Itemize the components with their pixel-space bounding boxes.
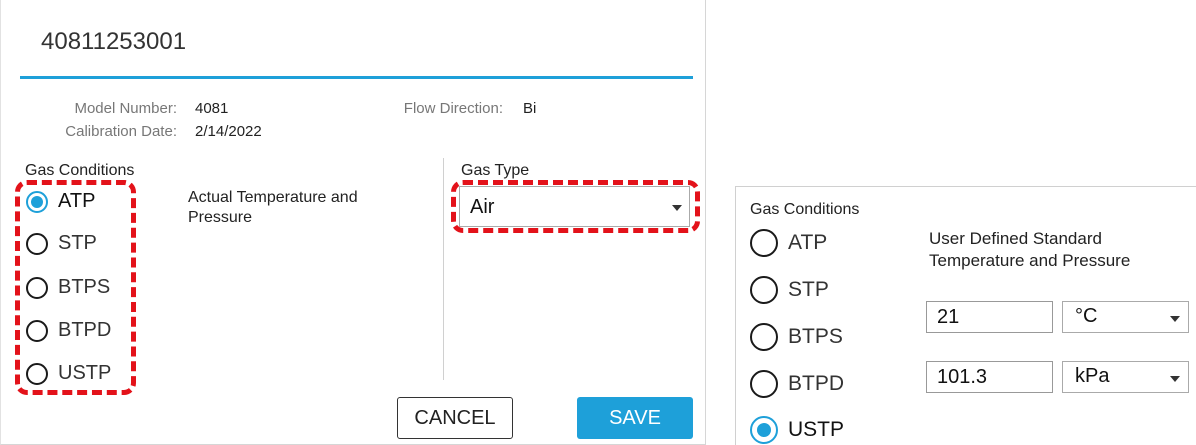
chevron-down-icon bbox=[1170, 376, 1180, 382]
radio-button-selected[interactable] bbox=[750, 416, 778, 444]
radio-btpd[interactable]: BTPD bbox=[26, 319, 111, 342]
temperature-unit-select[interactable]: °C bbox=[1062, 301, 1189, 333]
chevron-down-icon bbox=[1170, 316, 1180, 322]
model-number-label: Model Number: bbox=[74, 100, 177, 117]
calibration-date-label: Calibration Date: bbox=[65, 123, 177, 140]
radio-button[interactable] bbox=[750, 323, 778, 351]
gas-conditions-title: Gas Conditions bbox=[750, 201, 860, 218]
radio-stp-label: STP bbox=[788, 278, 829, 301]
cancel-button[interactable]: CANCEL bbox=[397, 397, 513, 439]
radio-atp[interactable]: ATP bbox=[26, 190, 95, 213]
save-button[interactable]: SAVE bbox=[577, 397, 693, 439]
radio-btps[interactable]: BTPS bbox=[750, 323, 843, 351]
radio-stp[interactable]: STP bbox=[26, 232, 97, 255]
gas-type-select[interactable]: Air bbox=[459, 186, 690, 227]
gas-settings-dialog: 40811253001 Model Number: 4081 Calibrati… bbox=[0, 0, 706, 445]
radio-ustp[interactable]: USTP bbox=[26, 362, 111, 385]
pressure-input[interactable]: 101.3 bbox=[926, 361, 1053, 393]
calibration-date-value: 2/14/2022 bbox=[195, 123, 262, 140]
flow-direction-value: Bi bbox=[523, 100, 537, 117]
temperature-unit-value: °C bbox=[1075, 305, 1098, 327]
device-serial-title: 40811253001 bbox=[41, 28, 187, 55]
ustp-description: User Defined Standard Temperature and Pr… bbox=[929, 229, 1131, 270]
radio-btpd-label: BTPD bbox=[788, 372, 845, 395]
vertical-divider bbox=[443, 158, 444, 380]
model-number-value: 4081 bbox=[195, 100, 229, 117]
radio-atp-label: ATP bbox=[788, 231, 828, 254]
radio-ustp[interactable]: USTP bbox=[750, 416, 844, 444]
radio-atp[interactable]: ATP bbox=[750, 229, 827, 257]
radio-ustp-label: USTP bbox=[58, 362, 112, 384]
radio-btps-label: BTPS bbox=[58, 276, 111, 298]
radio-ustp-label: USTP bbox=[788, 418, 845, 441]
radio-btpd[interactable]: BTPD bbox=[750, 370, 844, 398]
pressure-unit-select[interactable]: kPa bbox=[1062, 361, 1189, 393]
gas-condition-description: Actual Temperature and Pressure bbox=[188, 189, 358, 226]
title-underline bbox=[20, 76, 693, 79]
flow-direction-label: Flow Direction: bbox=[403, 100, 503, 117]
radio-button-selected[interactable] bbox=[26, 190, 48, 213]
gas-type-title: Gas Type bbox=[461, 162, 530, 179]
radio-btps-label: BTPS bbox=[788, 325, 843, 348]
chevron-down-icon bbox=[672, 205, 682, 211]
temperature-input[interactable]: 21 bbox=[926, 301, 1053, 333]
radio-atp-label: ATP bbox=[58, 190, 96, 212]
radio-button[interactable] bbox=[26, 232, 48, 255]
radio-button[interactable] bbox=[26, 319, 48, 342]
radio-button[interactable] bbox=[750, 229, 778, 257]
radio-button[interactable] bbox=[26, 362, 48, 385]
radio-button[interactable] bbox=[750, 276, 778, 304]
gas-conditions-title: Gas Conditions bbox=[25, 162, 135, 179]
pressure-unit-value: kPa bbox=[1075, 365, 1110, 387]
radio-button[interactable] bbox=[26, 276, 48, 299]
radio-stp[interactable]: STP bbox=[750, 276, 829, 304]
ustp-settings-panel: Gas Conditions ATP STP BTPS BTPD USTP Us… bbox=[735, 186, 1196, 445]
radio-button[interactable] bbox=[750, 370, 778, 398]
gas-type-value: Air bbox=[470, 196, 495, 218]
radio-btps[interactable]: BTPS bbox=[26, 276, 110, 299]
radio-stp-label: STP bbox=[58, 232, 97, 254]
radio-btpd-label: BTPD bbox=[58, 319, 112, 341]
